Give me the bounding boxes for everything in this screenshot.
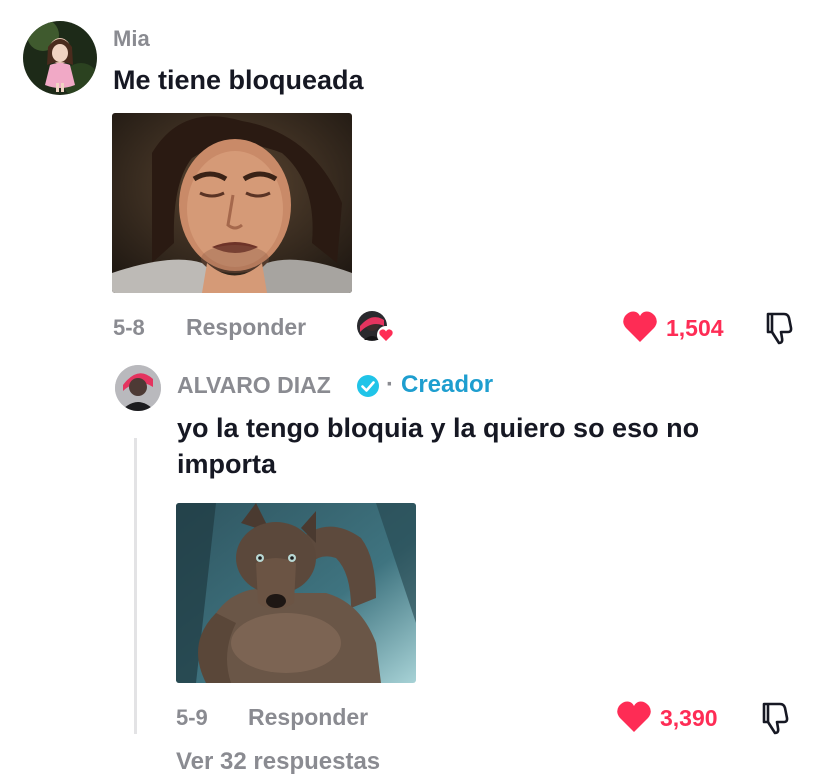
verified-icon (356, 374, 380, 398)
reply-text: yo la tengo bloquia y la quiero so eso n… (177, 413, 700, 479)
avatar-alvaro-diaz[interactable] (115, 365, 161, 411)
reply-like-count: 3,390 (660, 705, 718, 731)
werewolf-image (176, 503, 416, 683)
comment-date: 5-8 (113, 315, 145, 340)
like-heart-icon[interactable] (616, 700, 652, 734)
comment-image[interactable] (112, 113, 352, 293)
view-more-replies-button[interactable]: Ver 32 respuestas (176, 748, 380, 776)
avatar-mia[interactable] (23, 21, 97, 95)
dislike-icon[interactable] (758, 700, 794, 736)
thread-line (134, 438, 137, 734)
creator-badge: Creador (401, 371, 494, 398)
comment-text: Me tiene bloqueada (113, 65, 364, 95)
creator-liked-icon (357, 311, 395, 344)
reply-reply-button[interactable]: Responder (248, 704, 368, 731)
comment-like-count: 1,504 (666, 315, 724, 341)
creator-separator: · (386, 371, 394, 398)
avatar-image (23, 21, 97, 95)
like-heart-icon[interactable] (622, 310, 658, 344)
dislike-icon[interactable] (762, 310, 798, 346)
comment-username[interactable]: Mia (113, 26, 150, 52)
comment-reply-button[interactable]: Responder (186, 314, 306, 341)
crying-man-image (112, 113, 352, 293)
creator-liked-badge (356, 310, 398, 346)
avatar-image (115, 365, 161, 411)
reply-date: 5-9 (176, 705, 208, 730)
reply-image[interactable] (176, 503, 416, 683)
reply-username[interactable]: ALVARO DIAZ (177, 372, 331, 399)
